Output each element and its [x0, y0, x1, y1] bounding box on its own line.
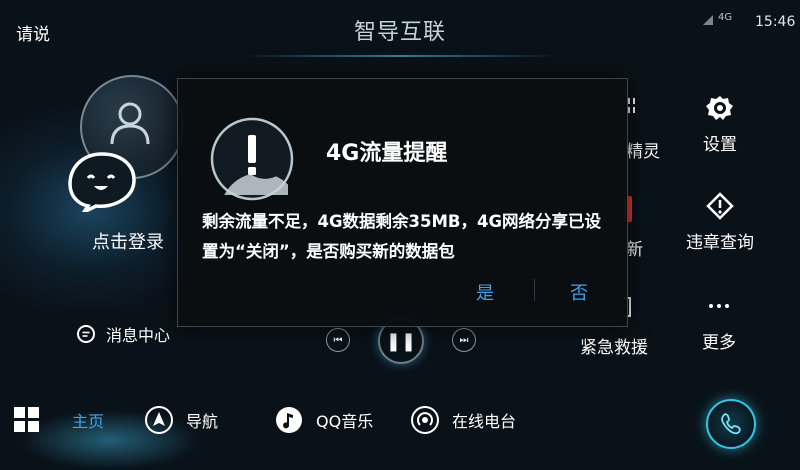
tile-news-partial[interactable]: 新: [626, 235, 643, 260]
signal-icon: [703, 15, 713, 25]
tile-more[interactable]: 更多: [699, 292, 739, 353]
app-title: 智导互联: [353, 20, 446, 45]
nav-qq-music-label: QQ音乐: [316, 412, 374, 431]
mascot-icon: [68, 152, 136, 212]
music-note-icon: [276, 407, 302, 433]
voice-assistant-button[interactable]: [706, 399, 756, 449]
message-icon: [77, 325, 95, 343]
confirm-button[interactable]: 是: [476, 279, 494, 305]
login-link[interactable]: 点击登录: [92, 228, 164, 254]
data-usage-dialog: 4G流量提醒 剩余流量不足，4G数据剩余35MB，4G网络分享已设置为“关闭”，…: [177, 78, 628, 327]
network-type: 4G: [718, 12, 733, 23]
dialog-message: 剩余流量不足，4G数据剩余35MB，4G网络分享已设置为“关闭”，是否购买新的数…: [202, 212, 602, 261]
message-center-button[interactable]: 消息中心: [76, 322, 170, 346]
bottom-nav: 主页 导航 QQ音乐 在线电台: [0, 395, 800, 450]
decorative-wave: [240, 55, 560, 57]
navigation-arrow-icon: [145, 406, 173, 434]
next-icon: ⏭: [459, 334, 469, 346]
person-icon: [110, 102, 150, 144]
tile-emergency-rescue[interactable]: 紧急救援: [580, 333, 648, 358]
tile-sprite-partial[interactable]: 精灵: [626, 137, 660, 162]
nav-qq-music[interactable]: QQ音乐: [274, 405, 373, 435]
voice-assistant-icon: [721, 413, 741, 435]
gear-icon: [706, 96, 733, 120]
tile-more-label: 更多: [702, 333, 736, 353]
warning-diamond-icon: [706, 192, 734, 220]
previous-track-button[interactable]: ⏮: [326, 328, 350, 352]
nav-navigation[interactable]: 导航: [144, 405, 218, 435]
nav-home-label: 主页: [72, 412, 105, 431]
tile-violation-query[interactable]: 违章查询: [680, 192, 760, 253]
radio-broadcast-icon: [411, 406, 439, 434]
status-bar: 请说 智导互联 4G 15:46: [0, 0, 800, 60]
previous-icon: ⏮: [333, 334, 343, 346]
button-divider: [534, 279, 535, 301]
cancel-button[interactable]: 否: [570, 279, 588, 305]
voice-prompt-label[interactable]: 请说: [16, 20, 50, 45]
nav-online-radio[interactable]: 在线电台: [410, 405, 516, 435]
message-center-label: 消息中心: [106, 326, 171, 345]
next-track-button[interactable]: ⏭: [452, 328, 476, 352]
more-dots-icon: [709, 304, 729, 308]
clock: 15:46: [755, 14, 796, 30]
exclamation-icon: [210, 117, 294, 201]
nav-navigation-label: 导航: [186, 412, 219, 431]
tile-violation-query-label: 违章查询: [686, 233, 754, 253]
tile-settings-label: 设置: [703, 135, 737, 155]
nav-home[interactable]: 主页: [72, 405, 104, 435]
pause-icon: ❚❚: [385, 330, 417, 352]
dialog-title: 4G流量提醒: [326, 141, 448, 166]
apps-grid-icon[interactable]: [14, 407, 40, 433]
nav-online-radio-label: 在线电台: [452, 412, 517, 431]
tile-settings[interactable]: 设置: [698, 94, 742, 155]
